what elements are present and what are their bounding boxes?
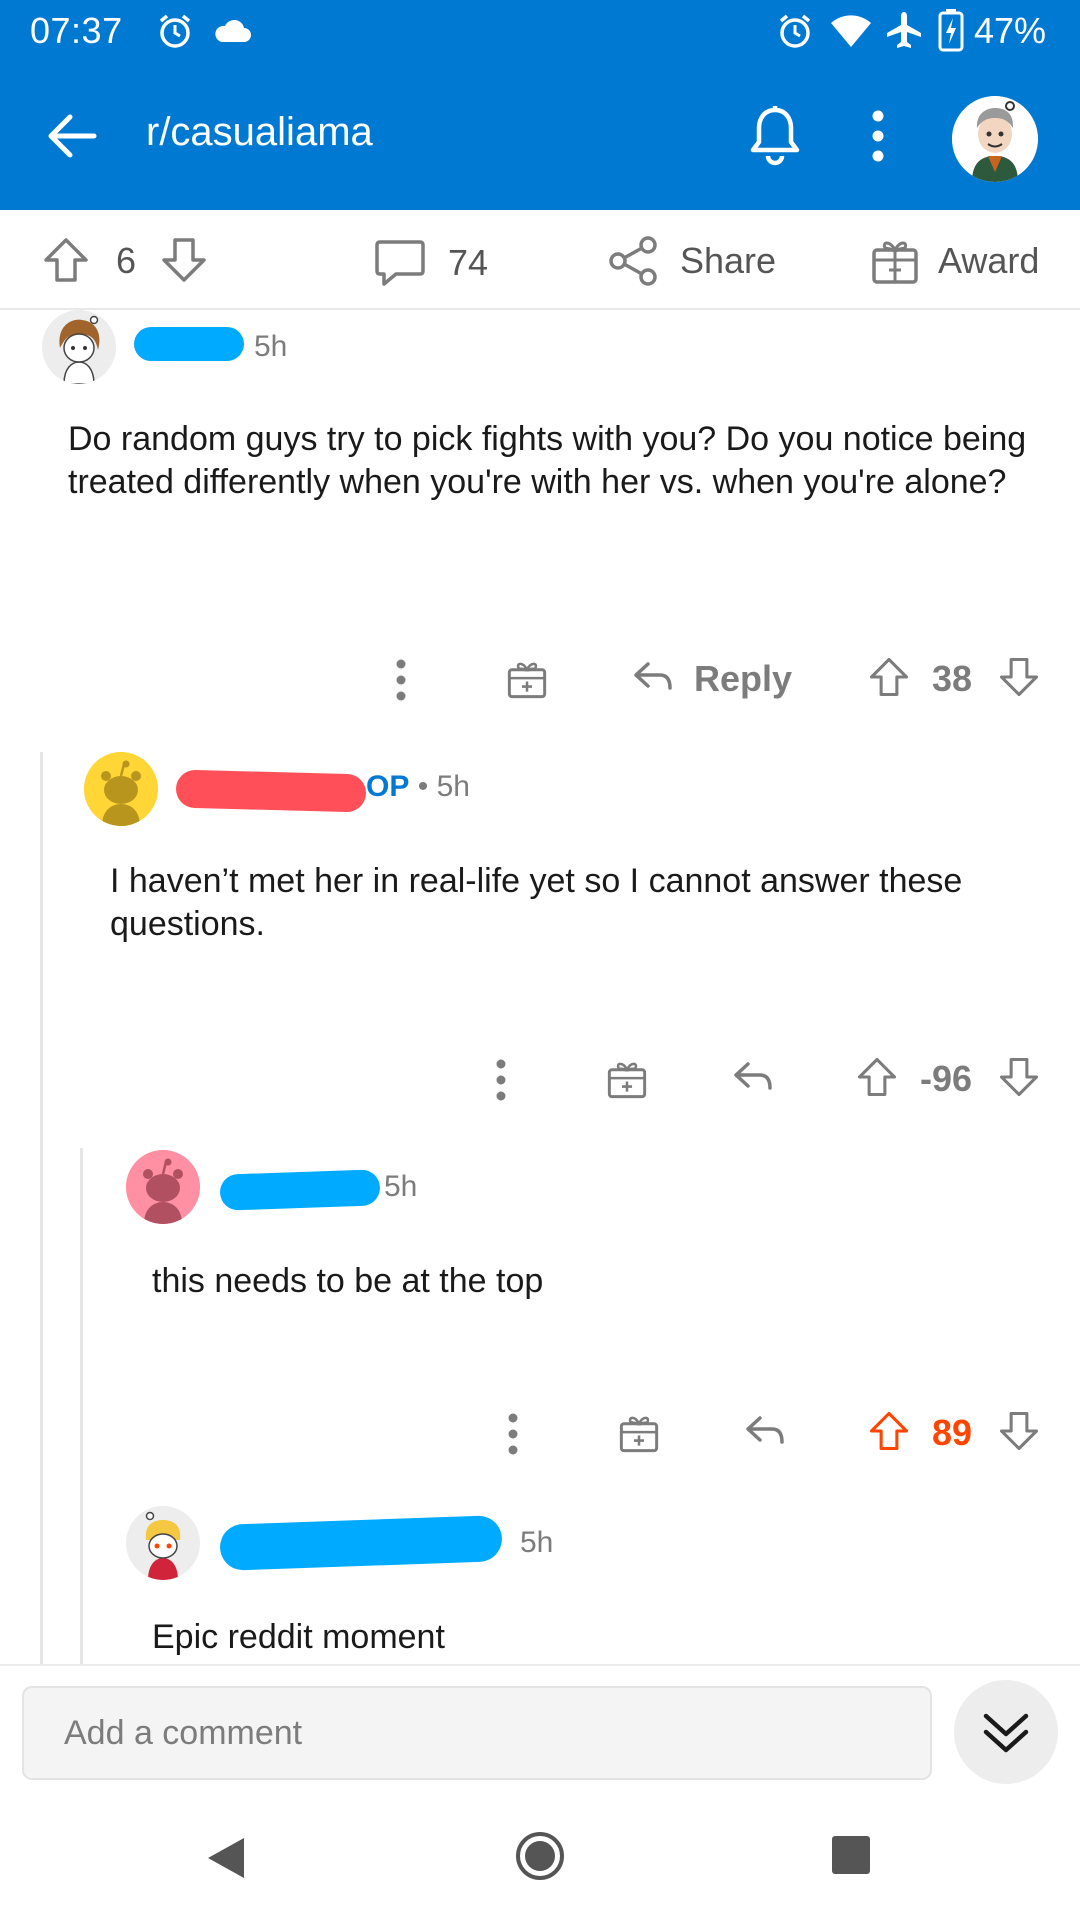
upvote-button[interactable] [856,1056,898,1103]
alarm-icon [776,12,814,55]
collapse-threads-button[interactable] [954,1680,1058,1784]
comment-body: this needs to be at the top [152,1262,544,1300]
comment-body: Epic reddit moment [152,1618,445,1656]
battery-percent: 47% [974,10,1047,51]
award-icon[interactable] [618,1412,660,1459]
comment-time: 5h [436,770,470,803]
username-redacted [219,1515,503,1571]
comment-score: 89 [932,1412,973,1453]
comments-button[interactable]: 74 [374,238,488,288]
share-button[interactable]: Share [608,236,776,286]
upvote-button[interactable] [868,656,910,703]
app-bar: r/casualiama [0,62,1080,210]
back-arrow-icon[interactable] [44,108,100,169]
back-triangle-icon[interactable] [204,1834,248,1887]
wifi-icon [830,14,872,53]
user-avatar[interactable] [952,96,1038,182]
comment-body: I haven’t met her in real-life yet so I … [110,862,963,943]
comment-composer: Add a comment [0,1664,1080,1794]
award-label: Award [938,240,1040,281]
comment-score: 38 [932,658,973,699]
award-icon[interactable] [506,658,548,705]
username-redacted [134,327,244,361]
status-time: 07:37 [30,10,123,51]
recents-square-icon[interactable] [830,1834,872,1881]
subreddit-title: r/casualiama [146,110,373,154]
reply-button[interactable]: Reply [694,658,792,700]
downvote-button[interactable] [998,1410,1040,1457]
post-vote-count: 6 [116,240,137,281]
reply-icon[interactable] [732,1060,774,1099]
downvote-button[interactable] [998,656,1040,703]
post-action-bar: 6 74 Share Award [0,210,1080,310]
award-button[interactable]: Award [870,236,1039,286]
comment-score: -96 [920,1058,973,1099]
alarm-icon [156,12,194,55]
avatar[interactable] [126,1506,200,1580]
downvote-button[interactable] [160,236,208,284]
reply-icon[interactable] [632,660,674,699]
downvote-button[interactable] [998,1056,1040,1103]
upvote-button[interactable] [42,236,90,284]
avatar[interactable] [42,310,116,384]
op-badge: OP [366,770,410,803]
more-vertical-icon[interactable] [394,658,408,707]
thread-line[interactable] [80,1148,83,1664]
upvote-button-active[interactable] [868,1410,910,1457]
username-redacted [219,1169,381,1211]
airplane-icon [884,10,924,55]
bell-icon[interactable] [748,104,802,173]
award-icon[interactable] [606,1058,648,1105]
avatar[interactable] [126,1150,200,1224]
avatar[interactable] [84,752,158,826]
thread-line[interactable] [40,752,43,1664]
comment-count: 74 [448,242,489,283]
comment-meta: OP • 5h [366,770,470,804]
home-circle-icon[interactable] [514,1830,566,1887]
more-vertical-icon[interactable] [494,1058,508,1107]
comment-body: Do random guys try to pick fights with y… [68,420,1027,501]
reply-icon[interactable] [744,1414,786,1453]
comment-actions: Reply 38 [380,650,1040,710]
more-vertical-icon[interactable] [868,108,888,169]
comment-time: 5h [384,1170,418,1203]
add-comment-input[interactable]: Add a comment [22,1686,932,1780]
comment-actions: 89 [492,1404,1040,1464]
cloud-icon [212,18,252,49]
comment-actions: -96 [480,1050,1040,1110]
more-vertical-icon[interactable] [506,1412,520,1461]
share-label: Share [680,240,777,281]
battery-icon [938,8,964,57]
system-nav-bar [0,1794,1080,1920]
username-redacted [175,769,367,813]
comment-time: 5h [254,330,288,363]
status-bar: 07:37 47% [0,0,1080,62]
comment-time: 5h [520,1526,554,1559]
separator: • [417,770,429,803]
